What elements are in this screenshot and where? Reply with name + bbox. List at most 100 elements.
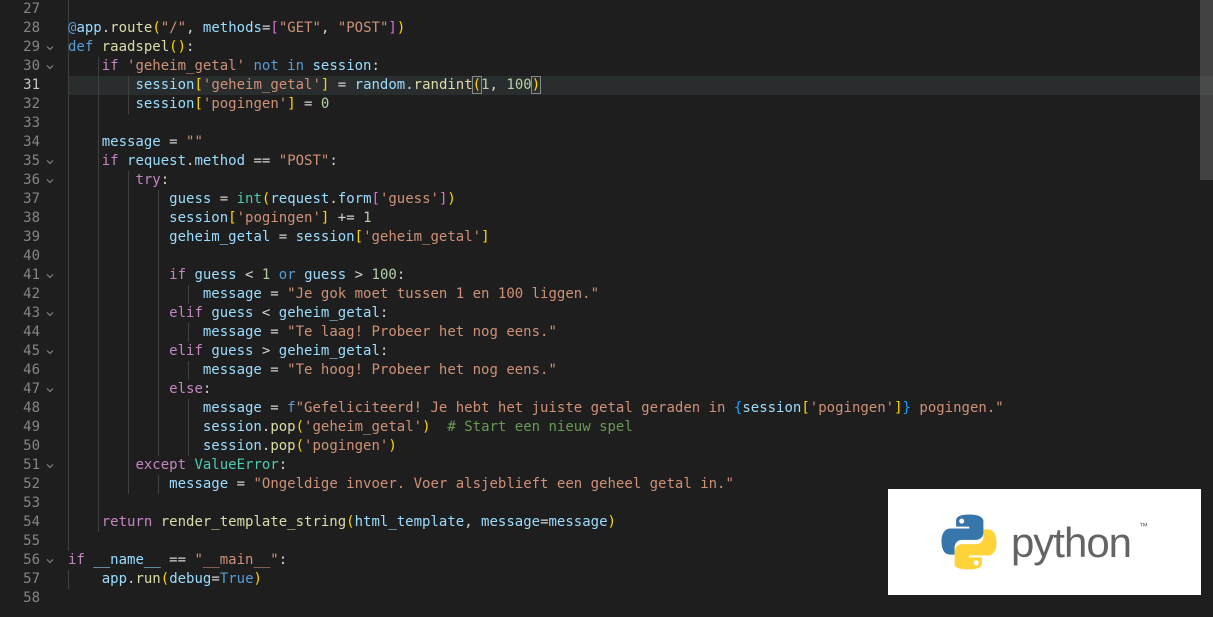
code-text: geheim_getal = session['geheim_getal'] <box>68 229 490 245</box>
gutter-line: 55 <box>0 532 68 551</box>
gutter-line: 51 <box>0 456 68 475</box>
gutter-line: 45 <box>0 342 68 361</box>
code-line[interactable]: elif guess < geheim_getal: <box>68 304 1213 323</box>
code-line[interactable]: elif guess > geheim_getal: <box>68 342 1213 361</box>
gutter-line: 35 <box>0 152 68 171</box>
code-line[interactable]: session['pogingen'] = 0 <box>68 95 1213 114</box>
gutter-line: 57 <box>0 570 68 589</box>
code-line[interactable]: try: <box>68 171 1213 190</box>
code-line[interactable]: except ValueError: <box>68 456 1213 475</box>
python-logo-text: python <box>1011 533 1131 552</box>
code-line[interactable] <box>68 114 1213 133</box>
fold-toggle[interactable] <box>40 175 60 187</box>
gutter-line: 40 <box>0 247 68 266</box>
gutter-line: 38 <box>0 209 68 228</box>
line-number: 43 <box>0 304 40 323</box>
indent-guide <box>98 494 99 513</box>
gutter-line: 43 <box>0 304 68 323</box>
code-text: message = "Te laag! Probeer het nog eens… <box>68 324 557 340</box>
line-number: 36 <box>0 171 40 190</box>
gutter-line: 58 <box>0 589 68 608</box>
indent-guide <box>128 247 129 266</box>
line-number: 31 <box>0 76 40 95</box>
gutter-line: 53 <box>0 494 68 513</box>
gutter-line: 27 <box>0 0 68 19</box>
gutter-line: 44 <box>0 323 68 342</box>
line-number: 48 <box>0 399 40 418</box>
gutter-line: 36 <box>0 171 68 190</box>
code-text: guess = int(request.form['guess']) <box>68 191 456 207</box>
line-number: 56 <box>0 551 40 570</box>
fold-toggle[interactable] <box>40 555 60 567</box>
gutter-line: 30 <box>0 57 68 76</box>
fold-toggle[interactable] <box>40 460 60 472</box>
gutter-line: 34 <box>0 133 68 152</box>
line-number: 32 <box>0 95 40 114</box>
scrollbar-thumb[interactable] <box>1200 0 1213 180</box>
code-line[interactable]: if 'geheim_getal' not in session: <box>68 57 1213 76</box>
gutter-line: 50 <box>0 437 68 456</box>
fold-toggle[interactable] <box>40 384 60 396</box>
gutter-line: 41 <box>0 266 68 285</box>
code-line[interactable]: def raadspel(): <box>68 38 1213 57</box>
code-line[interactable]: @app.route("/", methods=["GET", "POST"]) <box>68 19 1213 38</box>
fold-toggle[interactable] <box>40 61 60 73</box>
code-line[interactable]: session.pop('pogingen') <box>68 437 1213 456</box>
line-number: 39 <box>0 228 40 247</box>
code-line[interactable]: message = "" <box>68 133 1213 152</box>
code-text: session.pop('pogingen') <box>68 438 397 454</box>
gutter-line: 29 <box>0 38 68 57</box>
code-line[interactable]: else: <box>68 380 1213 399</box>
line-number: 46 <box>0 361 40 380</box>
line-number: 45 <box>0 342 40 361</box>
trademark-symbol: ™ <box>1139 517 1148 536</box>
fold-toggle[interactable] <box>40 42 60 54</box>
line-number: 52 <box>0 475 40 494</box>
code-line[interactable] <box>68 247 1213 266</box>
line-gutter: 2728293031323334353637383940414243444546… <box>0 0 68 617</box>
indent-guide <box>68 0 69 19</box>
line-number: 37 <box>0 190 40 209</box>
line-number: 53 <box>0 494 40 513</box>
line-number: 38 <box>0 209 40 228</box>
code-line[interactable]: session.pop('geheim_getal') # Start een … <box>68 418 1213 437</box>
gutter-line: 39 <box>0 228 68 247</box>
code-line[interactable] <box>68 0 1213 19</box>
line-number: 58 <box>0 589 40 608</box>
fold-toggle[interactable] <box>40 308 60 320</box>
line-number: 27 <box>0 0 40 19</box>
line-number: 34 <box>0 133 40 152</box>
code-line[interactable]: message = "Te laag! Probeer het nog eens… <box>68 323 1213 342</box>
python-logo-icon <box>941 514 997 570</box>
code-line[interactable]: message = "Te hoog! Probeer het nog eens… <box>68 361 1213 380</box>
gutter-line: 47 <box>0 380 68 399</box>
code-line[interactable]: message = f"Gefeliciteerd! Je hebt het j… <box>68 399 1213 418</box>
code-line[interactable]: if guess < 1 or guess > 100: <box>68 266 1213 285</box>
line-number: 44 <box>0 323 40 342</box>
code-line[interactable]: guess = int(request.form['guess']) <box>68 190 1213 209</box>
code-text: session['pogingen'] = 0 <box>68 96 329 112</box>
code-editor[interactable]: 2728293031323334353637383940414243444546… <box>0 0 1213 617</box>
code-line[interactable]: geheim_getal = session['geheim_getal'] <box>68 228 1213 247</box>
indent-guide <box>68 114 69 133</box>
code-text: elif guess > geheim_getal: <box>68 343 388 359</box>
code-text: @app.route("/", methods=["GET", "POST"]) <box>68 20 405 36</box>
code-line[interactable]: session['geheim_getal'] = random.randint… <box>68 76 1213 95</box>
code-text: if __name__ == "__main__": <box>68 552 287 568</box>
fold-toggle[interactable] <box>40 346 60 358</box>
code-text: if guess < 1 or guess > 100: <box>68 267 405 283</box>
code-text: message = "" <box>68 134 203 150</box>
fold-toggle[interactable] <box>40 156 60 168</box>
code-text: if request.method == "POST": <box>68 153 338 169</box>
gutter-line: 49 <box>0 418 68 437</box>
vertical-scrollbar[interactable] <box>1200 0 1213 617</box>
line-number: 49 <box>0 418 40 437</box>
code-line[interactable]: message = "Je gok moet tussen 1 en 100 l… <box>68 285 1213 304</box>
code-line[interactable]: session['pogingen'] += 1 <box>68 209 1213 228</box>
gutter-line: 31 <box>0 76 68 95</box>
code-line[interactable]: if request.method == "POST": <box>68 152 1213 171</box>
gutter-line: 28 <box>0 19 68 38</box>
line-number: 28 <box>0 19 40 38</box>
gutter-line: 52 <box>0 475 68 494</box>
fold-toggle[interactable] <box>40 270 60 282</box>
